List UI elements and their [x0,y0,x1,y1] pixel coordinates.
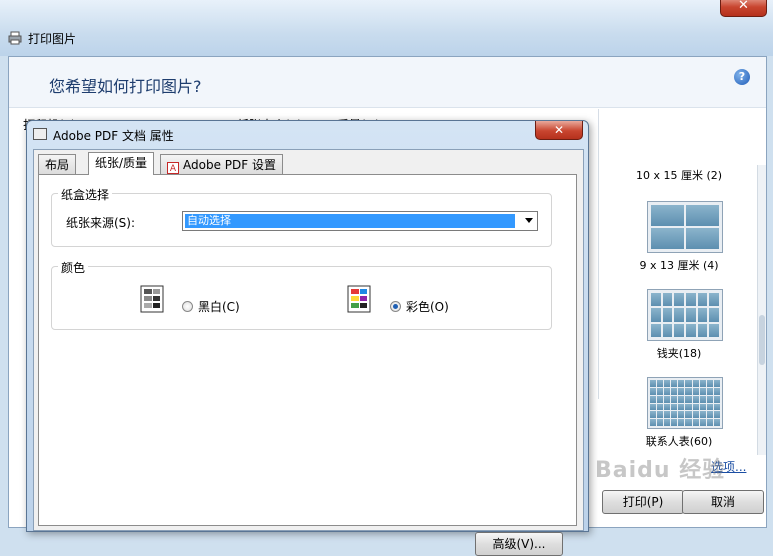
layout-label-wallet: 钱夹(18) [656,347,702,360]
layout-label-contact-sheet: 联系人表(60) [645,435,713,448]
black-white-printer-icon [140,285,164,313]
adobe-pdf-properties-dialog: Adobe PDF 文档 属性 ✕ 布局 纸张/质量 A Adobe PDF 设置… [26,120,589,556]
printer-icon [33,128,47,140]
layout-thumbnail-9x13[interactable] [647,201,723,253]
black-white-radio[interactable] [182,301,193,312]
question-bar: 您希望如何打印图片? [9,57,766,108]
black-white-label: 黑白(C) [198,300,240,314]
help-icon[interactable]: ? [734,69,750,85]
color-printer-icon [347,285,371,313]
outer-title-bar: ✕ 打印图片 [0,0,773,56]
layout-label-10x15: 10 x 15 厘米 (2) [635,169,723,182]
layout-scrollbar[interactable] [757,165,766,455]
paper-quality-panel: 纸盒选择 纸张来源(S): 自动选择 颜色 黑白(C) 彩色(O) [38,174,577,526]
printer-icon [8,31,22,45]
color-label: 彩色(O) [406,300,449,314]
outer-window-title: 打印图片 [28,32,77,46]
layout-thumbnail-wallet[interactable] [647,289,723,341]
color-radio[interactable] [390,301,401,312]
tab-adobe-pdf-settings-label: Adobe PDF 设置 [183,158,276,172]
color-group-title: 颜色 [58,259,89,276]
paper-source-value: 自动选择 [185,214,515,228]
layout-label-9x13: 9 x 13 厘米 (4) [639,259,719,272]
layout-thumbnail-contact-sheet[interactable] [647,377,723,429]
layout-list: 10 x 15 厘米 (2) 9 x 13 厘米 (4) 钱夹(18) 联系人表… [598,109,759,448]
pdf-icon: A [167,162,179,174]
tray-selection-title: 纸盒选择 [58,186,113,203]
question-heading: 您希望如何打印图片? [49,77,202,96]
outer-close-button[interactable]: ✕ [720,0,767,17]
layout-scroll-thumb[interactable] [759,315,765,365]
color-group: 颜色 黑白(C) 彩色(O) [51,259,552,330]
paper-source-select[interactable]: 自动选择 [182,211,538,231]
tray-selection-group: 纸盒选择 纸张来源(S): 自动选择 [51,186,552,247]
print-button[interactable]: 打印(P) [602,490,684,514]
tab-layout[interactable]: 布局 [38,154,77,174]
advanced-button[interactable]: 高级(V)... [475,532,563,556]
watermark-logo: Baidu 经验 [595,458,726,483]
tab-paper-quality[interactable]: 纸张/质量 [88,152,155,175]
dialog-title: Adobe PDF 文档 属性 [53,129,174,143]
chevron-down-icon [525,218,533,223]
dialog-close-button[interactable]: ✕ [535,121,583,140]
dialog-title-bar: Adobe PDF 文档 属性 ✕ [27,121,588,147]
cancel-button[interactable]: 取消 [682,490,764,514]
dialog-body: 布局 纸张/质量 A Adobe PDF 设置 纸盒选择 纸张来源(S): 自动选… [33,149,584,556]
paper-source-label: 纸张来源(S): [66,216,136,230]
tab-adobe-pdf-settings[interactable]: A Adobe PDF 设置 [160,154,283,174]
